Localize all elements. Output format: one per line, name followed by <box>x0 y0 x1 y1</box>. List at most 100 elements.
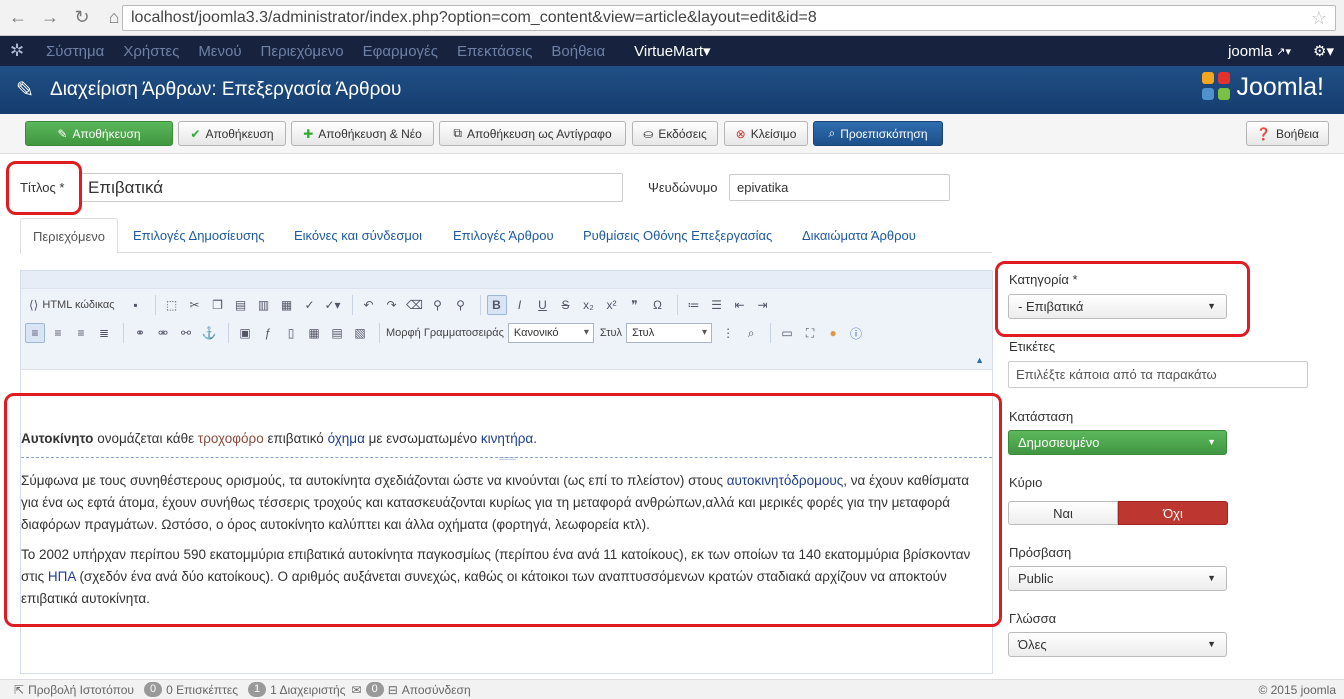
insert-link-icon[interactable]: ⚭ <box>130 323 150 343</box>
access-select[interactable]: Public ▼ <box>1008 566 1227 591</box>
anchor-link-icon[interactable]: ⚯ <box>176 323 196 343</box>
unlink-icon[interactable]: ⚮ <box>153 323 173 343</box>
blockquote-icon[interactable]: ❞ <box>625 295 645 315</box>
link-trochoforo[interactable]: τροχοφόρο <box>198 431 264 446</box>
tab-publishing[interactable]: Επιλογές Δημοσίευσης <box>133 218 265 253</box>
table-icon[interactable]: ▦ <box>304 323 324 343</box>
undo-icon[interactable]: ↶ <box>359 295 379 315</box>
reload-icon[interactable]: ↻ <box>68 4 96 32</box>
featured-no-button[interactable]: Όχι <box>1118 501 1228 525</box>
menu-users[interactable]: Χρήστες <box>123 43 179 60</box>
menu-menus[interactable]: Μενού <box>198 43 241 60</box>
menu-components[interactable]: Εφαρμογές <box>363 43 438 60</box>
title-input[interactable]: Επιβατικά <box>80 173 623 202</box>
strikethrough-icon[interactable]: S <box>556 295 576 315</box>
link-motorways[interactable]: αυτοκινητόδρομους <box>727 473 844 488</box>
media-icon[interactable]: ▧ <box>350 323 370 343</box>
address-bar[interactable]: localhost/joomla3.3/administrator/index.… <box>122 5 1336 31</box>
tab-content[interactable]: Περιεχόμενο <box>20 218 118 254</box>
page-break-handle-icon[interactable]: ═══ <box>499 454 516 463</box>
menu-virtuemart[interactable]: VirtueMart▾ <box>634 42 710 60</box>
collapse-toolbar-icon[interactable]: ▲ <box>975 355 984 365</box>
save-copy-button[interactable]: ⧉ Αποθήκευση ως Αντίγραφο <box>439 121 626 146</box>
link-ochima[interactable]: όχημα <box>328 431 365 446</box>
redo-icon[interactable]: ↷ <box>382 295 402 315</box>
alias-input[interactable]: epivatika <box>729 174 950 201</box>
menu-help[interactable]: Βοήθεια <box>551 43 605 60</box>
indent-icon[interactable]: ⇥ <box>753 295 773 315</box>
flash-icon[interactable]: ƒ <box>258 323 278 343</box>
paste-text-icon[interactable]: ▥ <box>254 295 274 315</box>
eraser-icon[interactable]: ⌫ <box>405 295 425 315</box>
menu-content[interactable]: Περιεχόμενο <box>261 43 344 60</box>
bookmark-star-icon[interactable]: ☆ <box>1311 8 1327 29</box>
html-source-button[interactable]: ⟨⟩ HTML κώδικας <box>25 295 123 315</box>
user-menu-label[interactable]: joomla <box>1228 43 1272 60</box>
save-icon[interactable]: ▪ <box>126 295 146 315</box>
link-kinitira[interactable]: κινητήρα <box>481 431 533 446</box>
tab-permissions[interactable]: Δικαιώματα Άρθρου <box>802 218 916 253</box>
featured-yes-button[interactable]: Ναι <box>1008 501 1118 525</box>
tab-article-options[interactable]: Επιλογές Άρθρου <box>453 218 554 253</box>
editor-content-area[interactable]: Αυτοκίνητο ονομάζεται κάθε τροχοφόρο επι… <box>21 369 992 673</box>
align-center-icon[interactable]: ≡ <box>48 323 68 343</box>
align-left-icon[interactable]: ≡ <box>25 323 45 343</box>
special-char-icon[interactable]: Ω <box>648 295 668 315</box>
replace-icon[interactable]: ⚲ <box>451 295 471 315</box>
ordered-list-icon[interactable]: ≔ <box>684 295 704 315</box>
spellcheck-menu-icon[interactable]: ✓▾ <box>323 295 343 315</box>
bold-icon[interactable]: B <box>486 295 507 315</box>
find-icon[interactable]: ⚲ <box>428 295 448 315</box>
outdent-icon[interactable]: ⇤ <box>730 295 750 315</box>
view-site-link[interactable]: Προβολή Ιστοτόπου <box>28 683 134 697</box>
superscript-icon[interactable]: x² <box>602 295 622 315</box>
help-button[interactable]: ❓ Βοήθεια <box>1246 121 1329 146</box>
style-select[interactable]: Στυλ <box>626 323 713 343</box>
joomla-mini-icon[interactable]: ✲ <box>0 36 34 66</box>
paste-icon[interactable]: ▤ <box>231 295 251 315</box>
forward-icon[interactable]: → <box>36 4 64 32</box>
template-icon[interactable]: ▤ <box>327 323 347 343</box>
subscript-icon[interactable]: x₂ <box>579 295 599 315</box>
italic-icon[interactable]: I <box>510 295 530 315</box>
align-right-icon[interactable]: ≡ <box>71 323 91 343</box>
preview-button[interactable]: ⌕ Προεπισκόπηση <box>813 121 943 146</box>
back-icon[interactable]: ← <box>4 4 32 32</box>
select-all-icon[interactable]: ⬚ <box>162 295 182 315</box>
close-button[interactable]: ⊗ Κλείσιμο <box>724 121 808 146</box>
status-select[interactable]: Δημοσιευμένο ▼ <box>1008 430 1227 455</box>
copy-text-icon[interactable]: ❐ <box>208 295 228 315</box>
menu-extensions[interactable]: Επεκτάσεις <box>457 43 532 60</box>
save-close-button[interactable]: ✔ Αποθήκευση <box>178 121 286 146</box>
unordered-list-icon[interactable]: ☰ <box>707 295 727 315</box>
document-icon[interactable]: ▯ <box>281 323 301 343</box>
zoom-icon[interactable]: ⌕ <box>741 323 761 343</box>
fullscreen-icon[interactable]: ⛶ <box>800 323 820 343</box>
color-icon[interactable]: ● <box>823 323 843 343</box>
versions-button[interactable]: ⛀ Εκδόσεις <box>632 121 718 146</box>
underline-icon[interactable]: U <box>533 295 553 315</box>
insert-image-icon[interactable]: ▣ <box>235 323 255 343</box>
spellcheck-icon[interactable]: ✓ <box>300 295 320 315</box>
tab-editor-config[interactable]: Ρυθμίσεις Οθόνης Επεξεργασίας <box>583 218 772 253</box>
save-new-button[interactable]: ✚ Αποθήκευση & Νέο <box>291 121 434 146</box>
info-icon[interactable]: ⓘ <box>846 323 866 343</box>
tab-images-links[interactable]: Εικόνες και σύνδεσμοι <box>294 218 422 253</box>
tags-input[interactable]: Επιλέξτε κάποια από τα παρακάτω <box>1008 361 1308 388</box>
cut-icon[interactable]: ✂ <box>185 295 205 315</box>
logout-link[interactable]: Αποσύνδεση <box>402 683 471 697</box>
paste-word-icon[interactable]: ▦ <box>277 295 297 315</box>
language-select[interactable]: Όλες ▼ <box>1008 632 1227 657</box>
gear-icon[interactable]: ⚙▾ <box>1313 42 1334 60</box>
menu-system[interactable]: Σύστημα <box>46 43 104 60</box>
edit-icon: ✎ <box>57 126 68 141</box>
category-select[interactable]: - Επιβατικά ▼ <box>1008 294 1227 319</box>
font-format-select[interactable]: Κανονικό <box>507 323 594 343</box>
show-blocks-icon[interactable]: ⋮ <box>718 323 738 343</box>
save-button[interactable]: ✎ Αποθήκευση <box>25 121 173 146</box>
caret-down-icon: ▼ <box>1207 573 1216 583</box>
align-justify-icon[interactable]: ≣ <box>94 323 114 343</box>
link-usa[interactable]: ΗΠΑ <box>48 569 76 584</box>
anchor-icon[interactable]: ⚓ <box>199 323 219 343</box>
preview-icon[interactable]: ▭ <box>777 323 797 343</box>
